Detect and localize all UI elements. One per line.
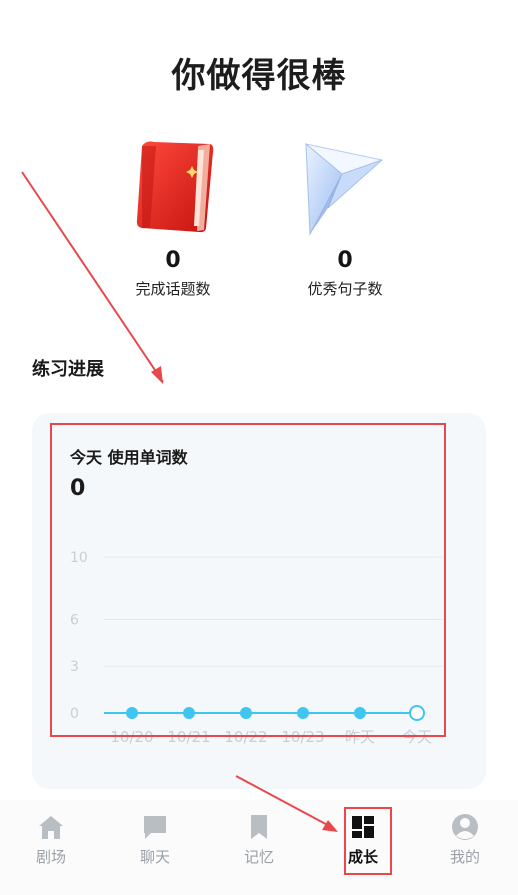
completed-topics-label: 完成话题数 [135,280,211,298]
tab-chat[interactable]: 聊天 [120,812,190,866]
paper-plane-icon [305,142,384,236]
excellent-sentences-value: 0 [337,248,353,273]
tab-theater-label: 剧场 [35,848,66,866]
card-value: 0 [70,476,86,501]
completed-topics-value: 0 [165,248,181,273]
tab-growth-label: 成长 [347,848,378,866]
tab-mine[interactable]: 我的 [430,812,500,866]
stat-completed-topics: 0 完成话题数 [98,130,248,300]
home-icon [39,816,63,839]
progress-card [32,413,486,789]
chat-icon [144,816,166,839]
page-title: 你做得很棒 [171,56,347,96]
growth-page: 你做得很棒 0 完成话题数 0 优秀句子数 练习进展 今天 使用单词数 0 10… [0,0,518,895]
tab-mine-label: 我的 [449,848,480,866]
tab-chat-label: 聊天 [139,848,170,866]
tab-memory-label: 记忆 [243,848,274,866]
red-book-icon [136,141,214,233]
profile-icon [452,814,478,840]
excellent-sentences-label: 优秀句子数 [307,280,383,298]
section-title-progress: 练习进展 [32,359,104,380]
tab-memory[interactable]: 记忆 [224,812,294,866]
dashboard-icon [352,816,374,838]
stat-excellent-sentences: 0 优秀句子数 [270,130,420,300]
bookmark-icon [251,815,267,839]
tab-growth[interactable]: 成长 [328,812,398,866]
card-title: 今天 使用单词数 [70,448,188,467]
annotation-arrowhead-chart [151,366,163,384]
tab-theater[interactable]: 剧场 [16,812,86,866]
